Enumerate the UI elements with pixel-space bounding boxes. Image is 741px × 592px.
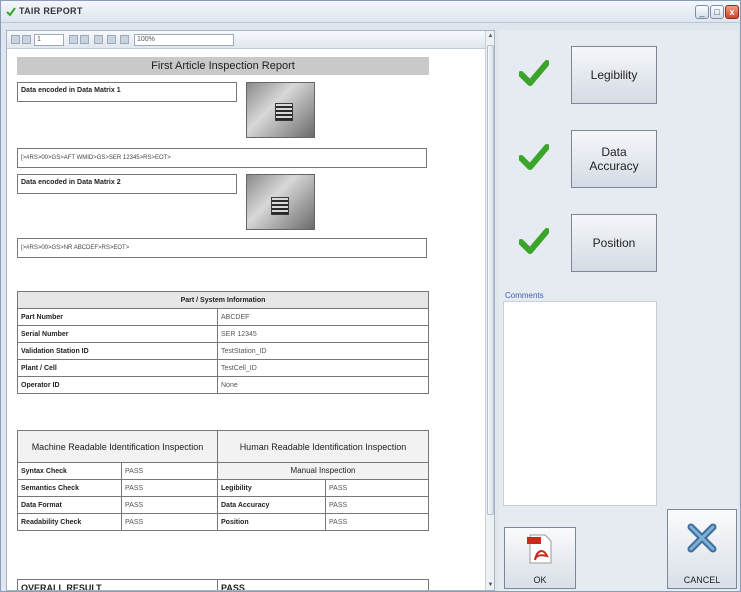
- comments-label: Comments: [505, 291, 544, 300]
- first-page-icon[interactable]: [11, 35, 20, 44]
- check-icon: [519, 60, 549, 86]
- cancel-label: CANCEL: [683, 575, 721, 585]
- inspection-panel: Legibility Data Accuracy Position Comment…: [499, 30, 738, 591]
- scroll-up-icon[interactable]: ▲: [486, 31, 494, 41]
- table-row: Plant / Cell TestCell_ID: [17, 359, 429, 377]
- table-row: Data Format PASS Data Accuracy PASS: [17, 496, 429, 514]
- table-row: Validation Station ID TestStation_ID: [17, 342, 429, 360]
- next-page-icon[interactable]: [69, 35, 78, 44]
- ok-label: OK: [533, 575, 547, 585]
- table-row: Semantics Check PASS Legibility PASS: [17, 479, 429, 497]
- check-icon: [519, 228, 549, 254]
- print-icon[interactable]: [94, 35, 103, 44]
- report-title: First Article Inspection Report: [17, 57, 429, 75]
- comments-input[interactable]: [503, 301, 657, 506]
- find-icon[interactable]: [120, 35, 129, 44]
- overall-result-value: PASS: [217, 579, 429, 590]
- page-number-field[interactable]: 1: [34, 34, 64, 46]
- manual-inspection-heading: Manual Inspection: [217, 462, 429, 480]
- ok-button[interactable]: OK: [504, 527, 576, 589]
- position-row: Position: [499, 202, 665, 288]
- report-window: TAIR REPORT _ □ x 1 100% ▲ ▼ First Artic…: [0, 0, 741, 592]
- machine-inspection-heading: Machine Readable Identification Inspecti…: [17, 430, 218, 463]
- maximize-button[interactable]: □: [710, 5, 724, 19]
- window-title: TAIR REPORT: [19, 6, 83, 16]
- pdf-icon: [527, 534, 552, 564]
- previous-page-icon[interactable]: [22, 35, 31, 44]
- matrix2-photo: [246, 174, 315, 230]
- cancel-icon: [687, 523, 717, 553]
- zoom-select[interactable]: 100%: [134, 34, 234, 46]
- viewer-scrollbar[interactable]: ▲ ▼: [485, 31, 494, 590]
- part-info-heading: Part / System Information: [17, 291, 429, 309]
- check-icon: [519, 144, 549, 170]
- matrix2-label: Data encoded in Data Matrix 2: [17, 174, 237, 194]
- table-row: Readability Check PASS Position PASS: [17, 513, 429, 531]
- legibility-row: Legibility: [499, 34, 665, 120]
- last-page-icon[interactable]: [80, 35, 89, 44]
- table-row: Operator ID None: [17, 376, 429, 394]
- report-viewer: 1 100% ▲ ▼ First Article Inspection Repo…: [6, 30, 495, 591]
- overall-result-table: OVERALL RESULT PASS: [17, 579, 429, 590]
- close-button[interactable]: x: [725, 5, 739, 19]
- human-inspection-heading: Human Readable Identification Inspection: [217, 430, 429, 463]
- table-row: Serial Number SER 12345: [17, 325, 429, 343]
- app-icon: [6, 7, 16, 17]
- scroll-thumb[interactable]: [487, 45, 494, 515]
- title-bar: TAIR REPORT _ □ x: [1, 1, 740, 23]
- matrix1-data: [>#RS>00>GS>AFT WMID>GS>SER 12345>RS>EOT…: [17, 148, 427, 168]
- inspection-table: Machine Readable Identification Inspecti…: [17, 430, 429, 531]
- legibility-button[interactable]: Legibility: [571, 46, 657, 104]
- table-row: Part Number ABCDEF: [17, 308, 429, 326]
- matrix1-label: Data encoded in Data Matrix 1: [17, 82, 237, 102]
- data-accuracy-row: Data Accuracy: [499, 118, 665, 204]
- overall-result-label: OVERALL RESULT: [17, 579, 218, 590]
- part-info-table: Part / System Information Part Number ABC…: [17, 291, 429, 394]
- viewer-toolbar: 1 100%: [7, 31, 485, 49]
- data-accuracy-button[interactable]: Data Accuracy: [571, 130, 657, 188]
- matrix2-data: [>#RS>00>GS>NR ABCDEF>RS>EOT>: [17, 238, 427, 258]
- position-button[interactable]: Position: [571, 214, 657, 272]
- minimize-button[interactable]: _: [695, 5, 709, 19]
- table-row: Syntax Check PASS Manual Inspection: [17, 462, 429, 480]
- matrix1-photo: [246, 82, 315, 138]
- scroll-down-icon[interactable]: ▼: [486, 580, 494, 590]
- cancel-button[interactable]: CANCEL: [667, 509, 737, 589]
- export-icon[interactable]: [107, 35, 116, 44]
